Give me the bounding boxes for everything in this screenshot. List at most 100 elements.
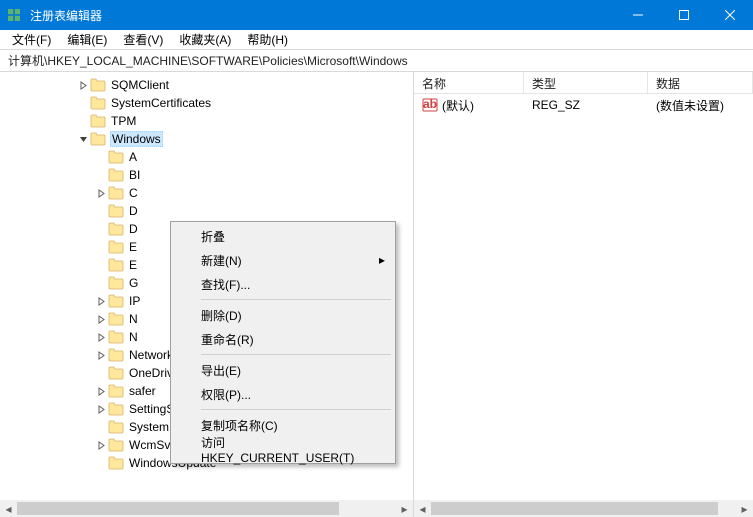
tree-item-label: D <box>128 222 139 236</box>
tree-item[interactable]: TPM <box>0 112 413 130</box>
menu-separator <box>201 299 391 300</box>
folder-icon <box>108 384 124 398</box>
folder-icon <box>108 456 124 470</box>
folder-icon <box>108 276 124 290</box>
tree-item-label: safer <box>128 384 157 398</box>
list-row[interactable]: ab (默认) REG_SZ (数值未设置) <box>414 96 753 114</box>
ctx-permissions[interactable]: 权限(P)... <box>173 382 393 406</box>
value-list[interactable]: 名称 类型 数据 ab (默认) REG_SZ (数值未设置) ◂ ▸ <box>414 72 753 517</box>
tree-item[interactable]: D <box>0 202 413 220</box>
value-name: (默认) <box>442 97 474 114</box>
tree-item-label: A <box>128 150 138 164</box>
ctx-collapse[interactable]: 折叠 <box>173 224 393 248</box>
folder-icon <box>108 204 124 218</box>
menu-edit[interactable]: 编辑(E) <box>59 29 115 50</box>
tree-item-label: G <box>128 276 139 290</box>
tree-item-label: C <box>128 186 139 200</box>
tree-item[interactable]: Windows <box>0 130 413 148</box>
menu-bar: 文件(F) 编辑(E) 查看(V) 收藏夹(A) 帮助(H) <box>0 30 753 50</box>
window-title: 注册表编辑器 <box>28 7 615 24</box>
scroll-right-button[interactable]: ▸ <box>396 500 413 517</box>
expand-toggle-icon[interactable] <box>94 387 108 396</box>
minimize-button[interactable] <box>615 0 661 30</box>
folder-icon <box>108 294 124 308</box>
expand-toggle-icon[interactable] <box>94 315 108 324</box>
menu-file[interactable]: 文件(F) <box>4 29 59 50</box>
value-type: REG_SZ <box>524 98 648 112</box>
folder-icon <box>90 132 106 146</box>
tree-item[interactable]: SystemCertificates <box>0 94 413 112</box>
ctx-goto-hkcu[interactable]: 访问 HKEY_CURRENT_USER(T) <box>173 437 393 461</box>
ctx-export[interactable]: 导出(E) <box>173 358 393 382</box>
ctx-new[interactable]: 新建(N)▸ <box>173 248 393 272</box>
tree-item-label: SystemCertificates <box>110 96 212 110</box>
title-bar: 注册表编辑器 <box>0 0 753 30</box>
folder-icon <box>108 438 124 452</box>
expand-toggle-icon[interactable] <box>94 441 108 450</box>
scroll-left-button[interactable]: ◂ <box>0 500 17 517</box>
ctx-find[interactable]: 查找(F)... <box>173 272 393 296</box>
menu-favorites[interactable]: 收藏夹(A) <box>171 29 239 50</box>
folder-icon <box>108 186 124 200</box>
app-icon <box>0 7 28 23</box>
address-bar[interactable]: 计算机\HKEY_LOCAL_MACHINE\SOFTWARE\Policies… <box>0 50 753 72</box>
folder-icon <box>108 240 124 254</box>
submenu-arrow-icon: ▸ <box>379 253 385 267</box>
tree-item-label: System <box>128 420 170 434</box>
tree-item[interactable]: C <box>0 184 413 202</box>
folder-icon <box>108 366 124 380</box>
menu-help[interactable]: 帮助(H) <box>239 29 296 50</box>
tree-item[interactable]: BI <box>0 166 413 184</box>
scroll-right-button[interactable]: ▸ <box>736 500 753 517</box>
svg-text:ab: ab <box>423 97 437 111</box>
tree-item-label: TPM <box>110 114 137 128</box>
expand-toggle-icon[interactable] <box>94 189 108 198</box>
folder-icon <box>108 168 124 182</box>
tree-item[interactable]: SQMClient <box>0 76 413 94</box>
ctx-rename[interactable]: 重命名(R) <box>173 327 393 351</box>
menu-separator <box>201 409 391 410</box>
tree-item-label: Windows <box>110 131 163 147</box>
context-menu: 折叠 新建(N)▸ 查找(F)... 删除(D) 重命名(R) 导出(E) 权限… <box>170 221 396 464</box>
column-data[interactable]: 数据 <box>648 72 753 93</box>
folder-icon <box>90 96 106 110</box>
folder-icon <box>108 258 124 272</box>
tree-item-label: D <box>128 204 139 218</box>
scroll-track[interactable] <box>431 500 736 517</box>
folder-icon <box>90 78 106 92</box>
list-header: 名称 类型 数据 <box>414 72 753 94</box>
column-name[interactable]: 名称 <box>414 72 524 93</box>
expand-toggle-icon[interactable] <box>76 81 90 90</box>
tree-horizontal-scrollbar[interactable]: ◂ ▸ <box>0 500 413 517</box>
expand-toggle-icon[interactable] <box>94 333 108 342</box>
tree-item-label: E <box>128 240 138 254</box>
tree-item-label: SQMClient <box>110 78 170 92</box>
value-data: (数值未设置) <box>648 97 753 114</box>
folder-icon <box>108 348 124 362</box>
maximize-button[interactable] <box>661 0 707 30</box>
scroll-left-button[interactable]: ◂ <box>414 500 431 517</box>
list-horizontal-scrollbar[interactable]: ◂ ▸ <box>414 500 753 517</box>
ctx-delete[interactable]: 删除(D) <box>173 303 393 327</box>
tree-item-label: N <box>128 312 139 326</box>
folder-icon <box>108 312 124 326</box>
menu-view[interactable]: 查看(V) <box>115 29 171 50</box>
column-type[interactable]: 类型 <box>524 72 648 93</box>
folder-icon <box>108 222 124 236</box>
tree-item[interactable]: A <box>0 148 413 166</box>
expand-toggle-icon[interactable] <box>76 135 90 144</box>
tree-item-label: IP <box>128 294 141 308</box>
folder-icon <box>108 420 124 434</box>
folder-icon <box>108 330 124 344</box>
close-button[interactable] <box>707 0 753 30</box>
expand-toggle-icon[interactable] <box>94 351 108 360</box>
address-text: 计算机\HKEY_LOCAL_MACHINE\SOFTWARE\Policies… <box>8 52 408 69</box>
tree-item-label: N <box>128 330 139 344</box>
tree-item-label: E <box>128 258 138 272</box>
folder-icon <box>90 114 106 128</box>
expand-toggle-icon[interactable] <box>94 297 108 306</box>
tree-item-label: BI <box>128 168 141 182</box>
scroll-track[interactable] <box>17 500 396 517</box>
expand-toggle-icon[interactable] <box>94 405 108 414</box>
menu-separator <box>201 354 391 355</box>
